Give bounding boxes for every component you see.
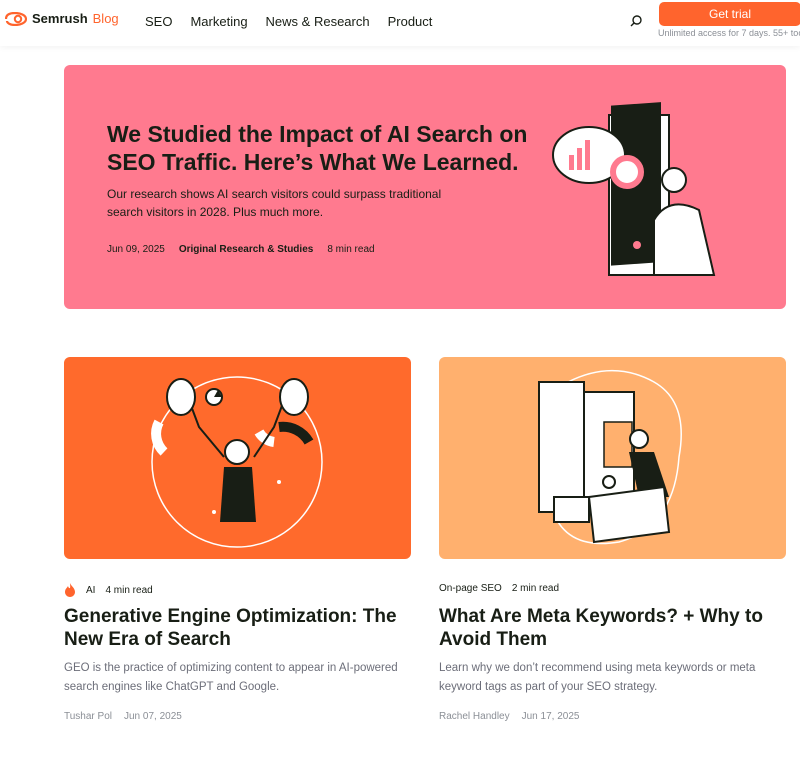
get-trial-button[interactable]: Get trial xyxy=(659,2,800,26)
trial-note: Unlimited access for 7 days. 55+ tools xyxy=(658,28,800,38)
geo-illustration xyxy=(151,376,323,548)
card-category[interactable]: AI xyxy=(86,585,95,596)
hero-category[interactable]: Original Research & Studies xyxy=(179,244,314,255)
logo-blog-text: Blog xyxy=(92,11,119,26)
card-title-geo[interactable]: Generative Engine Optimization: The New … xyxy=(64,605,409,651)
featured-article-card[interactable]: We Studied the Impact of AI Search on SE… xyxy=(64,65,786,309)
fire-icon xyxy=(65,583,75,597)
meta-keywords-illustration xyxy=(538,369,682,545)
hero-meta: Jun 09, 2025 Original Research & Studies… xyxy=(107,244,375,255)
hero-title[interactable]: We Studied the Impact of AI Search on SE… xyxy=(107,120,557,176)
card-read-time: 4 min read xyxy=(105,584,153,596)
card-meta-meta-keywords: On-page SEO 2 min read xyxy=(439,583,559,594)
card-date: Jun 17, 2025 xyxy=(521,711,580,722)
card-title-meta-keywords[interactable]: What Are Meta Keywords? + Why to Avoid T… xyxy=(439,605,784,651)
semrush-blog-logo[interactable]: Semrush Blog xyxy=(5,11,119,26)
card-byline-meta-keywords: Rachel Handley Jun 17, 2025 xyxy=(439,711,579,722)
hero-illustration xyxy=(552,102,716,276)
hero-read-time: 8 min read xyxy=(327,244,375,255)
article-image-geo[interactable] xyxy=(64,357,411,559)
card-date: Jun 07, 2025 xyxy=(123,711,182,722)
card-read-time: 2 min read xyxy=(511,583,560,594)
nav-item-seo[interactable]: SEO xyxy=(145,14,172,29)
card-category[interactable]: On-page SEO xyxy=(439,583,502,594)
article-image-meta-keywords[interactable] xyxy=(439,357,786,559)
site-header: Semrush Blog SEO Marketing News & Resear… xyxy=(0,0,800,46)
nav-item-marketing[interactable]: Marketing xyxy=(190,14,247,29)
main-nav: SEO Marketing News & Research Product xyxy=(145,14,432,29)
card-byline-geo: Tushar Pol Jun 07, 2025 xyxy=(64,711,182,722)
hero-description: Our research shows AI search visitors co… xyxy=(107,187,442,219)
card-description-meta-keywords: Learn why we don’t recommend using meta … xyxy=(439,662,756,693)
card-meta-geo: AI 4 min read xyxy=(64,583,153,597)
card-author[interactable]: Tushar Pol xyxy=(64,711,112,722)
nav-item-product[interactable]: Product xyxy=(388,14,433,29)
nav-item-news-research[interactable]: News & Research xyxy=(266,14,370,29)
semrush-logo-icon xyxy=(5,11,27,26)
logo-text: Semrush xyxy=(32,11,88,26)
card-author[interactable]: Rachel Handley xyxy=(439,711,510,722)
card-description-geo: GEO is the practice of optimizing conten… xyxy=(64,662,398,693)
hero-date: Jun 09, 2025 xyxy=(107,244,165,255)
search-icon[interactable] xyxy=(628,13,644,29)
